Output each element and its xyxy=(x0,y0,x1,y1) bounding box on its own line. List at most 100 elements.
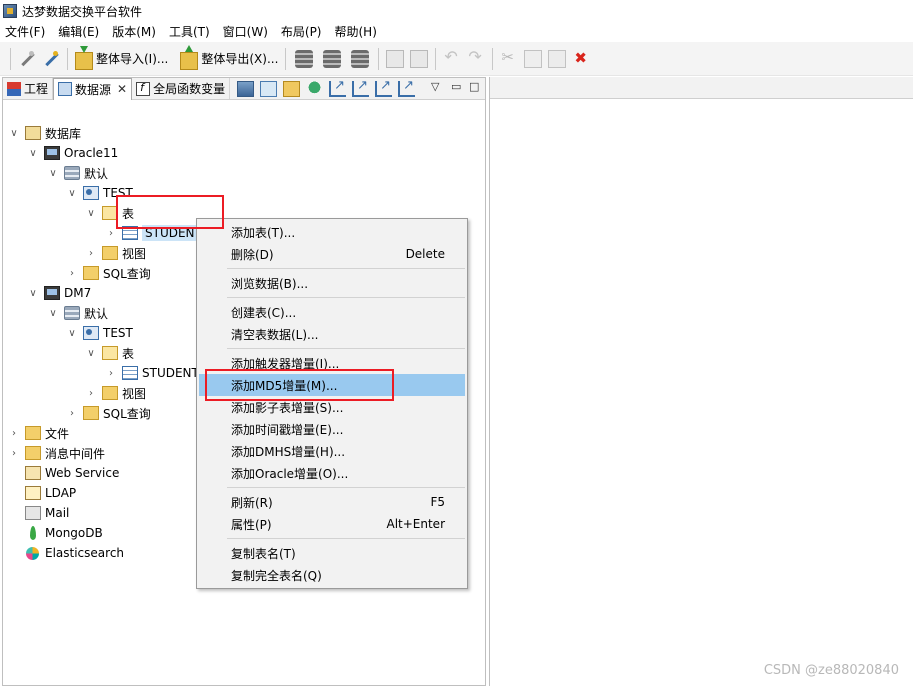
menu-add-table[interactable]: 添加表(T)... xyxy=(199,221,465,243)
new-connection-icon[interactable] xyxy=(237,80,255,97)
tree-node-file[interactable]: › 文件 xyxy=(9,424,69,442)
export-all-button[interactable]: 整体导出(X)... xyxy=(177,44,281,72)
menu-file[interactable]: 文件(F) xyxy=(0,22,52,42)
minimize-icon[interactable]: ▭ xyxy=(451,80,461,93)
redo-button[interactable] xyxy=(464,46,488,72)
chevron-down-icon[interactable]: ∨ xyxy=(28,148,38,159)
import-icon xyxy=(75,45,93,70)
menu-delete[interactable]: 删除(D) Delete xyxy=(199,243,465,265)
menu-window[interactable]: 窗口(W) xyxy=(217,22,275,42)
paste-button[interactable] xyxy=(545,46,569,72)
close-icon[interactable]: ✕ xyxy=(117,82,127,96)
export-icon[interactable] xyxy=(329,78,347,97)
tree-label: SQL查询 xyxy=(103,266,151,281)
db-button-3[interactable] xyxy=(346,46,374,72)
tab-datasource[interactable]: 数据源 ✕ xyxy=(53,77,133,100)
chevron-down-icon[interactable]: ∨ xyxy=(9,128,19,139)
chevron-down-icon[interactable]: ∨ xyxy=(86,208,96,219)
menu-browse-data[interactable]: 浏览数据(B)... xyxy=(199,272,465,294)
import-all-icon[interactable] xyxy=(398,78,416,97)
save-all-button[interactable] xyxy=(407,46,431,72)
view-menu-icon[interactable]: ▽ xyxy=(431,80,439,93)
tree-node-ldap[interactable]: LDAP xyxy=(25,484,76,502)
wand-button[interactable] xyxy=(15,46,39,72)
chevron-right-icon[interactable]: › xyxy=(86,248,96,259)
menu-add-timestamp-increment[interactable]: 添加时间戳增量(E)... xyxy=(199,418,465,440)
connection-icon xyxy=(44,286,60,300)
chevron-down-icon[interactable]: ∨ xyxy=(48,308,58,319)
save-button[interactable] xyxy=(383,46,407,72)
tree-node-mongodb[interactable]: MongoDB xyxy=(25,524,103,542)
maximize-icon[interactable]: □ xyxy=(469,80,479,93)
menu-refresh[interactable]: 刷新(R) F5 xyxy=(199,491,465,513)
tree-node-sql[interactable]: › SQL查询 xyxy=(67,404,151,422)
tree-node-dm7[interactable]: ∨ DM7 xyxy=(28,284,91,302)
import-all-button[interactable]: 整体导入(I)... xyxy=(72,45,171,72)
wand-run-button[interactable] xyxy=(39,46,63,72)
tab-project[interactable]: 工程 xyxy=(3,78,54,99)
folder-add-icon[interactable] xyxy=(283,80,301,97)
chevron-down-icon[interactable]: ∨ xyxy=(48,168,58,179)
menu-copy-full-table-name[interactable]: 复制完全表名(Q) xyxy=(199,564,465,586)
menu-copy-table-name[interactable]: 复制表名(T) xyxy=(199,542,465,564)
db-button-2[interactable] xyxy=(318,46,346,72)
undo-button[interactable] xyxy=(440,46,464,72)
tree-node-default[interactable]: ∨ 默认 xyxy=(48,304,108,322)
import-icon[interactable] xyxy=(352,78,370,97)
database-icon xyxy=(351,49,370,68)
tree-node-tables[interactable]: ∨ 表 xyxy=(86,344,134,362)
chevron-right-icon[interactable]: › xyxy=(67,408,77,419)
menu-truncate-table[interactable]: 清空表数据(L)... xyxy=(199,323,465,345)
user-icon[interactable] xyxy=(260,80,278,97)
tree-label: SQL查询 xyxy=(103,406,151,421)
tree-icon[interactable] xyxy=(306,80,324,97)
folder-open-icon xyxy=(102,346,118,360)
tree-node-student[interactable]: › STUDENT xyxy=(106,364,199,382)
tree-node-database[interactable]: ∨ 数据库 xyxy=(9,124,81,142)
menu-item-label: 创建表(C)... xyxy=(231,305,297,320)
menu-create-table[interactable]: 创建表(C)... xyxy=(199,301,465,323)
elasticsearch-icon xyxy=(25,546,41,560)
menu-bar: 文件(F) 编辑(E) 版本(M) 工具(T) 窗口(W) 布局(P) 帮助(H… xyxy=(0,22,913,42)
menu-tools[interactable]: 工具(T) xyxy=(163,22,217,42)
tree-node-sql[interactable]: › SQL查询 xyxy=(67,264,151,282)
datasource-icon xyxy=(58,82,73,96)
chevron-down-icon[interactable]: ∨ xyxy=(67,188,77,199)
tree-node-mail[interactable]: Mail xyxy=(25,504,69,522)
chevron-right-icon[interactable]: › xyxy=(9,448,19,459)
chevron-right-icon[interactable]: › xyxy=(9,428,19,439)
app-icon xyxy=(3,4,17,18)
chevron-right-icon[interactable]: › xyxy=(67,268,77,279)
menu-add-oracle-increment[interactable]: 添加Oracle增量(O)... xyxy=(199,462,465,484)
tab-global-functions[interactable]: 全局函数变量 xyxy=(132,78,231,99)
export-all-icon[interactable] xyxy=(375,78,393,97)
delete-button[interactable] xyxy=(569,46,593,72)
tree-node-views[interactable]: › 视图 xyxy=(86,384,146,402)
menu-edit[interactable]: 编辑(E) xyxy=(52,22,106,42)
tree-node-webservice[interactable]: Web Service xyxy=(25,464,119,482)
tree-node-elasticsearch[interactable]: Elasticsearch xyxy=(25,544,124,562)
tree-node-test[interactable]: ∨ TEST xyxy=(67,324,133,342)
project-icon xyxy=(7,81,21,96)
chevron-down-icon[interactable]: ∨ xyxy=(86,348,96,359)
cut-button[interactable] xyxy=(497,46,521,72)
tree-node-views[interactable]: › 视图 xyxy=(86,244,146,262)
menu-help[interactable]: 帮助(H) xyxy=(329,22,384,42)
db-button-1[interactable] xyxy=(290,46,318,72)
chevron-right-icon[interactable]: › xyxy=(106,368,116,379)
menu-layout[interactable]: 布局(P) xyxy=(275,22,329,42)
datasource-tree: ∨ 数据库 ∨ Oracle11 ∨ 默认 ∨ TEST ∨ 表 › STUDE… xyxy=(3,100,485,560)
chevron-down-icon[interactable]: ∨ xyxy=(28,288,38,299)
tree-node-oracle11[interactable]: ∨ Oracle11 xyxy=(28,144,118,162)
menu-properties[interactable]: 属性(P) Alt+Enter xyxy=(199,513,465,535)
chevron-down-icon[interactable]: ∨ xyxy=(67,328,77,339)
chevron-right-icon[interactable]: › xyxy=(86,388,96,399)
menu-version[interactable]: 版本(M) xyxy=(106,22,163,42)
copy-button[interactable] xyxy=(521,46,545,72)
chevron-right-icon[interactable]: › xyxy=(106,228,116,239)
watermark: CSDN @ze88020840 xyxy=(763,663,899,678)
tree-node-mq[interactable]: › 消息中间件 xyxy=(9,444,105,462)
redo-icon xyxy=(467,47,485,68)
menu-add-dmhs-increment[interactable]: 添加DMHS增量(H)... xyxy=(199,440,465,462)
tree-node-default[interactable]: ∨ 默认 xyxy=(48,164,108,182)
